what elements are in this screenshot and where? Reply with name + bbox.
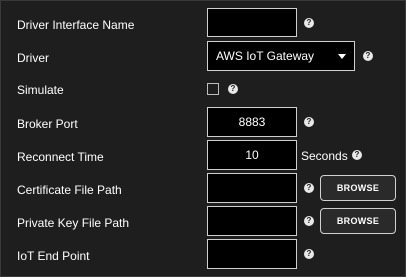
driver-label: Driver	[17, 50, 49, 65]
row-iot-end-point: IoT End Point ?	[1, 239, 406, 272]
broker-port-label: Broker Port	[17, 116, 78, 131]
row-driver-interface-name: Driver Interface Name ?	[1, 8, 406, 41]
help-icon[interactable]: ?	[304, 18, 314, 28]
simulate-label: Simulate	[17, 82, 64, 97]
private-key-browse-button[interactable]: BROWSE	[320, 208, 396, 234]
certificate-file-path-label: Certificate File Path	[17, 182, 122, 197]
private-key-file-path-input[interactable]	[207, 206, 297, 236]
help-icon[interactable]: ?	[228, 84, 238, 94]
certificate-browse-button[interactable]: BROWSE	[320, 175, 396, 201]
help-icon[interactable]: ?	[304, 249, 314, 259]
iot-end-point-label: IoT End Point	[17, 248, 90, 263]
driver-interface-name-input[interactable]	[207, 8, 297, 37]
simulate-checkbox[interactable]	[207, 83, 219, 95]
driver-interface-name-label: Driver Interface Name	[17, 17, 135, 32]
help-icon[interactable]: ?	[304, 117, 314, 127]
help-icon[interactable]: ?	[304, 183, 314, 193]
driver-select-value: AWS IoT Gateway	[216, 49, 315, 63]
row-reconnect-time: Reconnect Time 10 Seconds ?	[1, 140, 406, 173]
row-private-key-file-path: Private Key File Path ? BROWSE	[1, 206, 406, 239]
row-driver: Driver AWS IoT Gateway ?	[1, 41, 406, 74]
reconnect-time-label: Reconnect Time	[17, 149, 104, 164]
row-simulate: Simulate ?	[1, 73, 406, 106]
help-icon[interactable]: ?	[304, 216, 314, 226]
row-broker-port: Broker Port 8883 ?	[1, 107, 406, 140]
help-icon[interactable]: ?	[363, 51, 373, 61]
private-key-file-path-label: Private Key File Path	[17, 215, 130, 230]
settings-panel: Driver Interface Name ? Driver AWS IoT G…	[0, 0, 406, 277]
driver-select[interactable]: AWS IoT Gateway	[207, 41, 355, 71]
help-icon[interactable]: ?	[352, 150, 362, 160]
chevron-down-icon	[338, 54, 346, 59]
iot-end-point-input[interactable]	[207, 239, 297, 269]
reconnect-time-input[interactable]: 10	[207, 140, 297, 170]
row-certificate-file-path: Certificate File Path ? BROWSE	[1, 173, 406, 206]
certificate-file-path-input[interactable]	[207, 173, 297, 203]
broker-port-input[interactable]: 8883	[207, 107, 297, 137]
reconnect-time-unit: Seconds	[301, 149, 348, 163]
